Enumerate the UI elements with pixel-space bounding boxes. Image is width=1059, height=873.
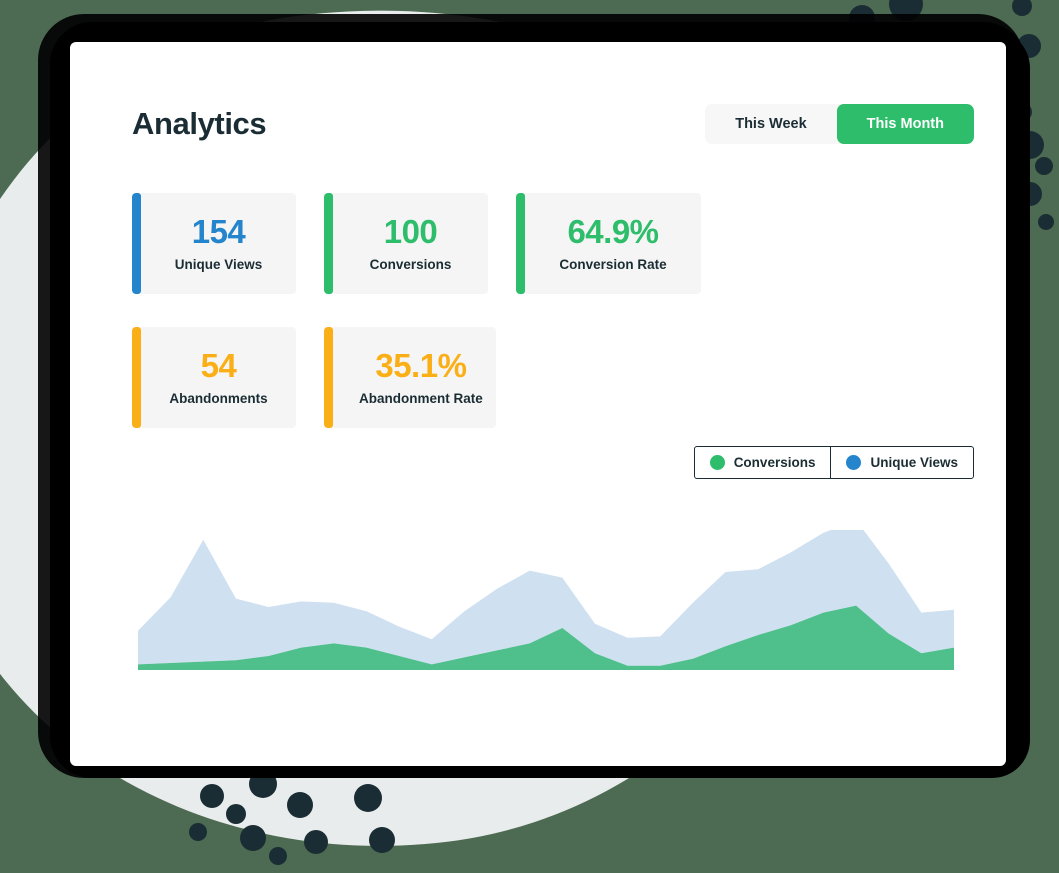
stat-card-conversion-rate[interactable]: 64.9% Conversion Rate bbox=[516, 193, 701, 294]
stat-accent-bar bbox=[516, 193, 525, 294]
stat-label-conversion-rate: Conversion Rate bbox=[559, 256, 667, 272]
dashboard-header: Analytics This Week This Month bbox=[132, 104, 974, 144]
decor-dot bbox=[1035, 157, 1053, 175]
stat-label-conversions: Conversions bbox=[369, 256, 452, 272]
decor-dot bbox=[226, 804, 246, 824]
legend-swatch-icon bbox=[846, 455, 862, 470]
decor-dot bbox=[354, 784, 382, 812]
stat-card-abandonments[interactable]: 54 Abandonments bbox=[132, 327, 296, 428]
decor-dot bbox=[1012, 0, 1032, 16]
stat-value-abandonment-rate: 35.1% bbox=[375, 347, 467, 385]
stat-card-unique-views[interactable]: 154 Unique Views bbox=[132, 193, 296, 294]
legend-item-unique-views[interactable]: Unique Views bbox=[830, 447, 973, 478]
stat-label-unique-views: Unique Views bbox=[174, 256, 263, 272]
screenshot-stage: Analytics This Week This Month 154 Uniqu… bbox=[0, 0, 1059, 873]
stat-card-body: 35.1% Abandonment Rate bbox=[333, 327, 496, 428]
decor-dot bbox=[240, 825, 266, 851]
stat-card-body: 100 Conversions bbox=[333, 193, 488, 294]
stat-card-abandonment-rate[interactable]: 35.1% Abandonment Rate bbox=[324, 327, 496, 428]
chart-svg bbox=[138, 530, 954, 670]
stat-accent-bar bbox=[324, 327, 333, 428]
decor-dot bbox=[200, 784, 224, 808]
stat-label-abandonment-rate: Abandonment Rate bbox=[359, 390, 483, 406]
page-title: Analytics bbox=[132, 106, 267, 141]
stat-accent-bar bbox=[132, 193, 141, 294]
stat-value-abandonments: 54 bbox=[200, 347, 237, 385]
stat-card-body: 154 Unique Views bbox=[141, 193, 296, 294]
stat-cards-row-primary: 154 Unique Views 100 Conversions 64.9% C… bbox=[132, 193, 701, 294]
stat-value-conversion-rate: 64.9% bbox=[567, 213, 659, 251]
legend-label-unique-views: Unique Views bbox=[870, 455, 958, 470]
decor-dot bbox=[269, 847, 287, 865]
stat-value-unique-views: 154 bbox=[191, 213, 246, 251]
chart-legend: Conversions Unique Views bbox=[693, 446, 974, 479]
stat-label-abandonments: Abandonments bbox=[169, 390, 268, 406]
stat-value-conversions: 100 bbox=[383, 213, 438, 251]
stat-accent-bar bbox=[132, 327, 141, 428]
decor-dot bbox=[1038, 214, 1054, 230]
stat-card-body: 54 Abandonments bbox=[141, 327, 296, 428]
analytics-area-chart[interactable] bbox=[138, 530, 954, 670]
decor-dot bbox=[287, 792, 313, 818]
tablet-screen: Analytics This Week This Month 154 Uniqu… bbox=[70, 42, 1006, 766]
date-range-toggle[interactable]: This Week This Month bbox=[705, 104, 974, 144]
range-button-this-week[interactable]: This Week bbox=[705, 104, 837, 144]
legend-label-conversions: Conversions bbox=[733, 455, 816, 470]
decor-dot bbox=[369, 827, 395, 853]
stat-card-conversions[interactable]: 100 Conversions bbox=[324, 193, 488, 294]
stat-cards-row-secondary: 54 Abandonments 35.1% Abandonment Rate bbox=[132, 327, 496, 428]
legend-swatch-icon bbox=[709, 455, 725, 470]
legend-item-conversions[interactable]: Conversions bbox=[695, 447, 831, 478]
decor-dot bbox=[304, 830, 328, 854]
stat-accent-bar bbox=[324, 193, 333, 294]
stat-card-body: 64.9% Conversion Rate bbox=[525, 193, 701, 294]
decor-dot bbox=[189, 823, 207, 841]
range-button-this-month[interactable]: This Month bbox=[836, 104, 974, 144]
